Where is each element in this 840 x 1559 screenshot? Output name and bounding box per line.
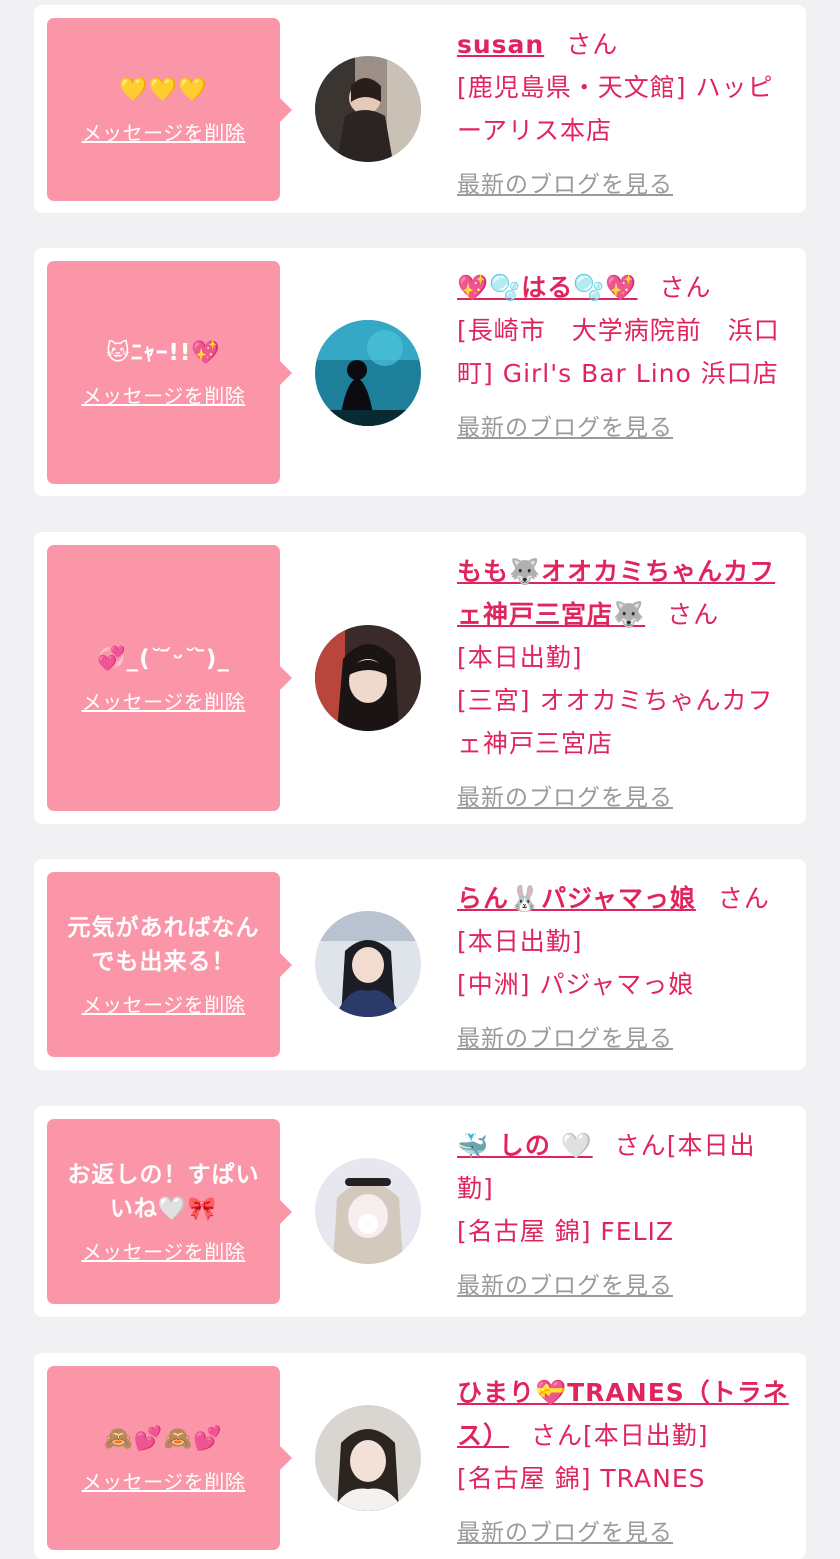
sender-name-link[interactable]: らん🐰パジャマっ娘 [457,884,696,913]
sender-info: もも🐺オオカミちゃんカフェ神戸三宮店🐺 さん [本日出勤] [三宮] オオカミちゃ… [457,550,792,820]
sender-info: susan さん [鹿児島県・天文館] ハッピーアリス本店 最新のブログを見る [457,23,792,207]
delete-message-link[interactable]: メッセージを削除 [82,1236,246,1265]
shop-line: [長崎市 大学病院前 浜口町] Girl's Bar Lino 浜口店 [457,316,780,388]
message-text: 💞_(˘ ᷄ᵕ˘ ᷅)_ [97,645,230,672]
latest-blog-link[interactable]: 最新のブログを見る [457,1512,673,1555]
avatar[interactable] [315,1158,421,1264]
message-text: 🙈💕🙈💕 [104,1425,223,1452]
honorific: さん [566,30,619,59]
avatar-photo-icon [315,625,421,731]
shop-line: [鹿児島県・天文館] ハッピーアリス本店 [457,73,774,145]
avatar[interactable] [315,1405,421,1511]
delete-message-link[interactable]: メッセージを削除 [82,989,246,1018]
sender-name-link[interactable]: もも🐺オオカミちゃんカフェ神戸三宮店🐺 [457,557,775,629]
sender-info: 🐳 しの 🤍 さん[本日出勤] [名古屋 錦] FELIZ 最新のブログを見る [457,1124,792,1308]
message-card: 💞_(˘ ᷄ᵕ˘ ᷅)_ メッセージを削除 もも🐺オオカミちゃんカフェ神戸三宮店… [34,532,806,824]
honorific: さん [659,273,712,302]
message-bubble: 💞_(˘ ᷄ᵕ˘ ᷅)_ メッセージを削除 [47,545,292,811]
avatar-photo-icon [315,56,421,162]
delete-message-link[interactable]: メッセージを削除 [82,380,246,409]
status-text: [本日出勤] [457,927,583,956]
delete-message-link[interactable]: メッセージを削除 [82,1466,246,1495]
sender-info: ひまり💝TRANES（トラネス） さん[本日出勤] [名古屋 錦] TRANES … [457,1371,792,1555]
latest-blog-link[interactable]: 最新のブログを見る [457,164,673,207]
avatar-photo-icon [315,911,421,1017]
message-card: 元気があればなんでも出来る！ メッセージを削除 らん🐰パジャマっ娘 さん [本日出勤… [34,859,806,1070]
avatar[interactable] [315,56,421,162]
sender-info: らん🐰パジャマっ娘 さん [本日出勤] [中洲] パジャマっ娘 最新のブログを見る [457,877,792,1061]
shop-line: [名古屋 錦] TRANES [457,1464,706,1493]
honorific: さん [667,600,720,629]
message-card: 🙈💕🙈💕 メッセージを削除 ひまり💝TRANES（トラネス） さん[本日出勤] [… [34,1353,806,1559]
honorific: さん [717,884,770,913]
sender-name-link[interactable]: 🐳 しの 🤍 [457,1131,593,1160]
message-bubble: 🙈💕🙈💕 メッセージを削除 [47,1366,292,1550]
sender-name-link[interactable]: susan [457,30,544,59]
message-bubble: 元気があればなんでも出来る！ メッセージを削除 [47,872,292,1057]
message-card: 🐱ﾆｬｰ!!💖 メッセージを削除 💖🫧はる🫧💖 さん [長崎市 大学病院前 浜口町… [34,248,806,496]
message-text: 元気があればなんでも出来る！ [67,915,260,975]
avatar-photo-icon [315,1158,421,1264]
message-card: お返しの！すぱいいね🤍🎀 メッセージを削除 🐳 しの 🤍 さん[本日出勤] [名古… [34,1106,806,1317]
message-bubble: 🐱ﾆｬｰ!!💖 メッセージを削除 [47,261,292,484]
avatar[interactable] [315,625,421,731]
message-bubble: お返しの！すぱいいね🤍🎀 メッセージを削除 [47,1119,292,1304]
sender-info: 💖🫧はる🫧💖 さん [長崎市 大学病院前 浜口町] Girl's Bar Lino… [457,266,792,450]
latest-blog-link[interactable]: 最新のブログを見る [457,777,673,820]
avatar[interactable] [315,911,421,1017]
latest-blog-link[interactable]: 最新のブログを見る [457,407,673,450]
avatar-photo-icon [315,1405,421,1511]
delete-message-link[interactable]: メッセージを削除 [82,117,246,146]
shop-line: [本日出勤] [457,643,583,672]
message-text: 💛💛💛 [119,77,208,103]
message-card: 💛💛💛 メッセージを削除 susan さん [鹿児島県・天文館] ハッピーアリス本… [34,5,806,213]
message-text: 🐱ﾆｬｰ!!💖 [105,340,222,366]
shop-line: [三宮] オオカミちゃんカフェ神戸三宮店 [457,686,774,758]
avatar-photo-icon [315,320,421,426]
shop-line: [名古屋 錦] FELIZ [457,1217,675,1246]
message-list: 💛💛💛 メッセージを削除 susan さん [鹿児島県・天文館] ハッピーアリス本… [0,0,840,1559]
sender-name-link[interactable]: 💖🫧はる🫧💖 [457,273,638,302]
honorific: さん [614,1131,667,1160]
message-bubble: 💛💛💛 メッセージを削除 [47,18,292,201]
shop-line: [中洲] パジャマっ娘 [457,970,695,999]
delete-message-link[interactable]: メッセージを削除 [82,686,246,715]
honorific: さん [531,1421,584,1450]
message-text: お返しの！すぱいいね🤍🎀 [67,1162,260,1222]
latest-blog-link[interactable]: 最新のブログを見る [457,1018,673,1061]
avatar[interactable] [315,320,421,426]
status-text: [本日出勤] [583,1421,709,1450]
latest-blog-link[interactable]: 最新のブログを見る [457,1265,673,1308]
